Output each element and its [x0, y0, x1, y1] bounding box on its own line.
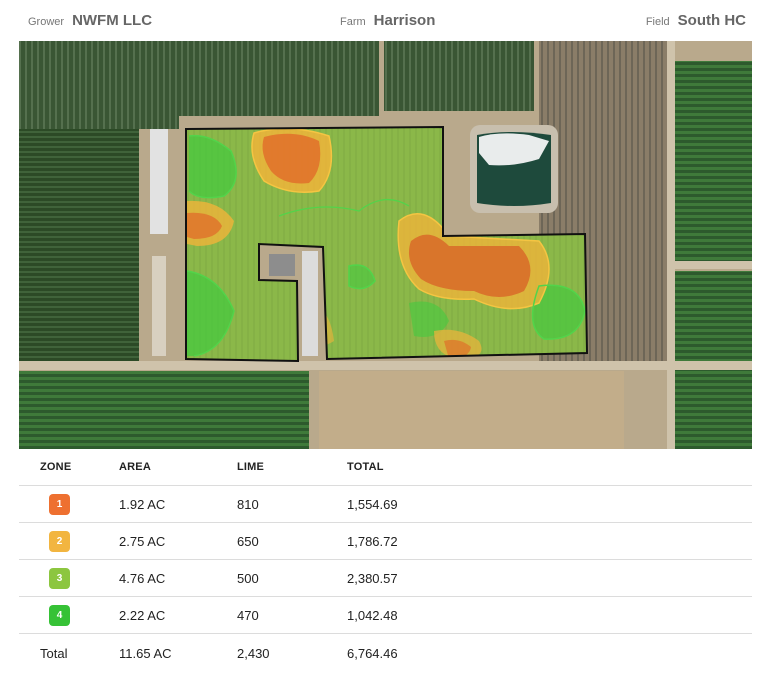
total-label: Total	[40, 645, 68, 661]
total-total: 6,764.46	[347, 645, 398, 661]
zone-area: 4.76 AC	[119, 570, 166, 586]
total-area: 11.65 AC	[119, 645, 172, 661]
zone-lime: 470	[237, 607, 259, 623]
zone-total: 1,786.72	[347, 533, 398, 549]
table-row: 1 1.92 AC 810 1,554.69	[19, 486, 752, 523]
orchard-block	[674, 61, 752, 261]
zone-total: 1,554.69	[347, 496, 398, 512]
orchard-block	[19, 371, 309, 449]
farm-group: Farm Harrison	[340, 12, 435, 29]
zone-lime: 810	[237, 496, 259, 512]
field-group: Field South HC	[646, 12, 746, 29]
road	[667, 41, 675, 449]
field-label: Field	[645, 16, 670, 28]
farm-label: Farm	[340, 16, 366, 28]
orchard-block	[179, 41, 379, 116]
barn	[302, 251, 318, 356]
zone-area: 1.92 AC	[119, 496, 166, 512]
total-lime: 2,430	[237, 645, 270, 661]
table-total-row: Total 11.65 AC 2,430 6,764.46	[19, 634, 752, 672]
building	[152, 256, 166, 356]
building	[150, 129, 168, 234]
table-row: 4 2.22 AC 470 1,042.48	[19, 597, 752, 634]
header-zone: ZONE	[40, 461, 72, 473]
orchard-block	[674, 271, 752, 449]
bare-field	[319, 371, 624, 449]
farm-value: Harrison	[373, 12, 436, 29]
zone-badge: 4	[49, 604, 70, 626]
zone-total: 1,042.48	[347, 607, 398, 623]
satellite-map	[19, 41, 752, 449]
field-value: South HC	[677, 12, 746, 29]
grower-value: NWFM LLC	[72, 12, 153, 29]
zone-badge: 2	[49, 530, 70, 552]
zone-area: 2.22 AC	[119, 607, 166, 623]
zone-badge: 1	[49, 493, 70, 515]
field-map[interactable]	[19, 41, 752, 449]
table-header: ZONE AREA LIME TOTAL	[19, 449, 752, 486]
zone-table: ZONE AREA LIME TOTAL 1 1.92 AC 810 1,554…	[19, 449, 752, 672]
road	[19, 361, 752, 370]
orchard-block	[384, 41, 534, 111]
zone-total: 2,380.57	[347, 570, 398, 586]
report-header: Grower NWFM LLC Farm Harrison Field Sout…	[0, 0, 768, 40]
road	[674, 261, 752, 269]
zone-lime: 650	[237, 533, 259, 549]
orchard-block	[19, 41, 179, 129]
header-area: AREA	[119, 461, 151, 473]
table-row: 3 4.76 AC 500 2,380.57	[19, 560, 752, 597]
shed	[269, 254, 295, 276]
zone-area: 2.75 AC	[119, 533, 166, 549]
header-lime: LIME	[237, 461, 265, 473]
zone-badge: 3	[49, 567, 70, 589]
grower-group: Grower NWFM LLC	[28, 12, 152, 29]
orchard-block	[19, 129, 139, 364]
grower-label: Grower	[28, 16, 65, 28]
table-row: 2 2.75 AC 650 1,786.72	[19, 523, 752, 560]
header-total: TOTAL	[347, 461, 384, 473]
zone-lime: 500	[237, 570, 259, 586]
